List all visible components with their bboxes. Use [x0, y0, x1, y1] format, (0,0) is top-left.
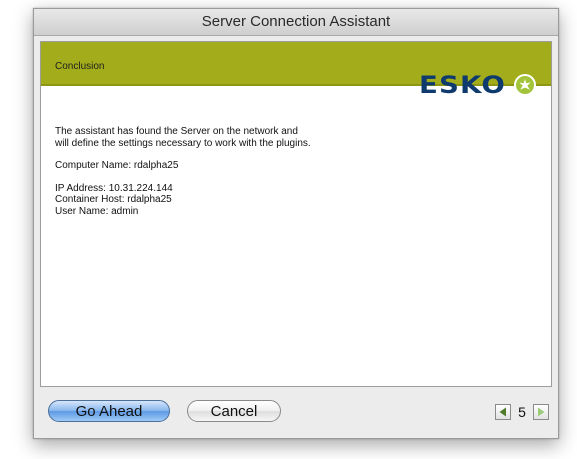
- next-page-button[interactable]: [533, 404, 549, 420]
- intro-line-2: will define the settings necessary to wo…: [55, 137, 311, 149]
- content-panel: Conclusion ESKO The assistant has found …: [40, 41, 552, 387]
- computer-name: Computer Name: rdalpha25: [55, 160, 179, 171]
- logo-text: ESKO: [419, 71, 506, 99]
- triangle-left-icon: [499, 407, 506, 417]
- container-host: Container Host: rdalpha25: [55, 194, 172, 205]
- user-name: User Name: admin: [55, 205, 139, 217]
- screen-background: Server Connection Assistant Conclusion E…: [0, 0, 577, 459]
- page-navigator: 5: [495, 403, 549, 421]
- triangle-right-icon: [538, 407, 545, 417]
- cancel-button[interactable]: Cancel: [187, 400, 281, 422]
- previous-page-button[interactable]: [495, 404, 511, 420]
- button-bar: Go Ahead Cancel 5: [34, 391, 558, 438]
- step-label: Conclusion: [55, 61, 105, 72]
- go-ahead-button[interactable]: Go Ahead: [48, 400, 170, 422]
- conclusion-text: The assistant has found the Server on th…: [55, 126, 311, 217]
- esko-logo: ESKO: [419, 71, 536, 99]
- ip-address: IP Address: 10.31.224.144: [55, 182, 173, 194]
- intro-line-1: The assistant has found the Server on th…: [55, 126, 298, 137]
- page-number: 5: [518, 404, 526, 420]
- esko-star-icon: [514, 74, 536, 96]
- window-title: Server Connection Assistant: [34, 9, 558, 36]
- assistant-window: Server Connection Assistant Conclusion E…: [33, 8, 559, 439]
